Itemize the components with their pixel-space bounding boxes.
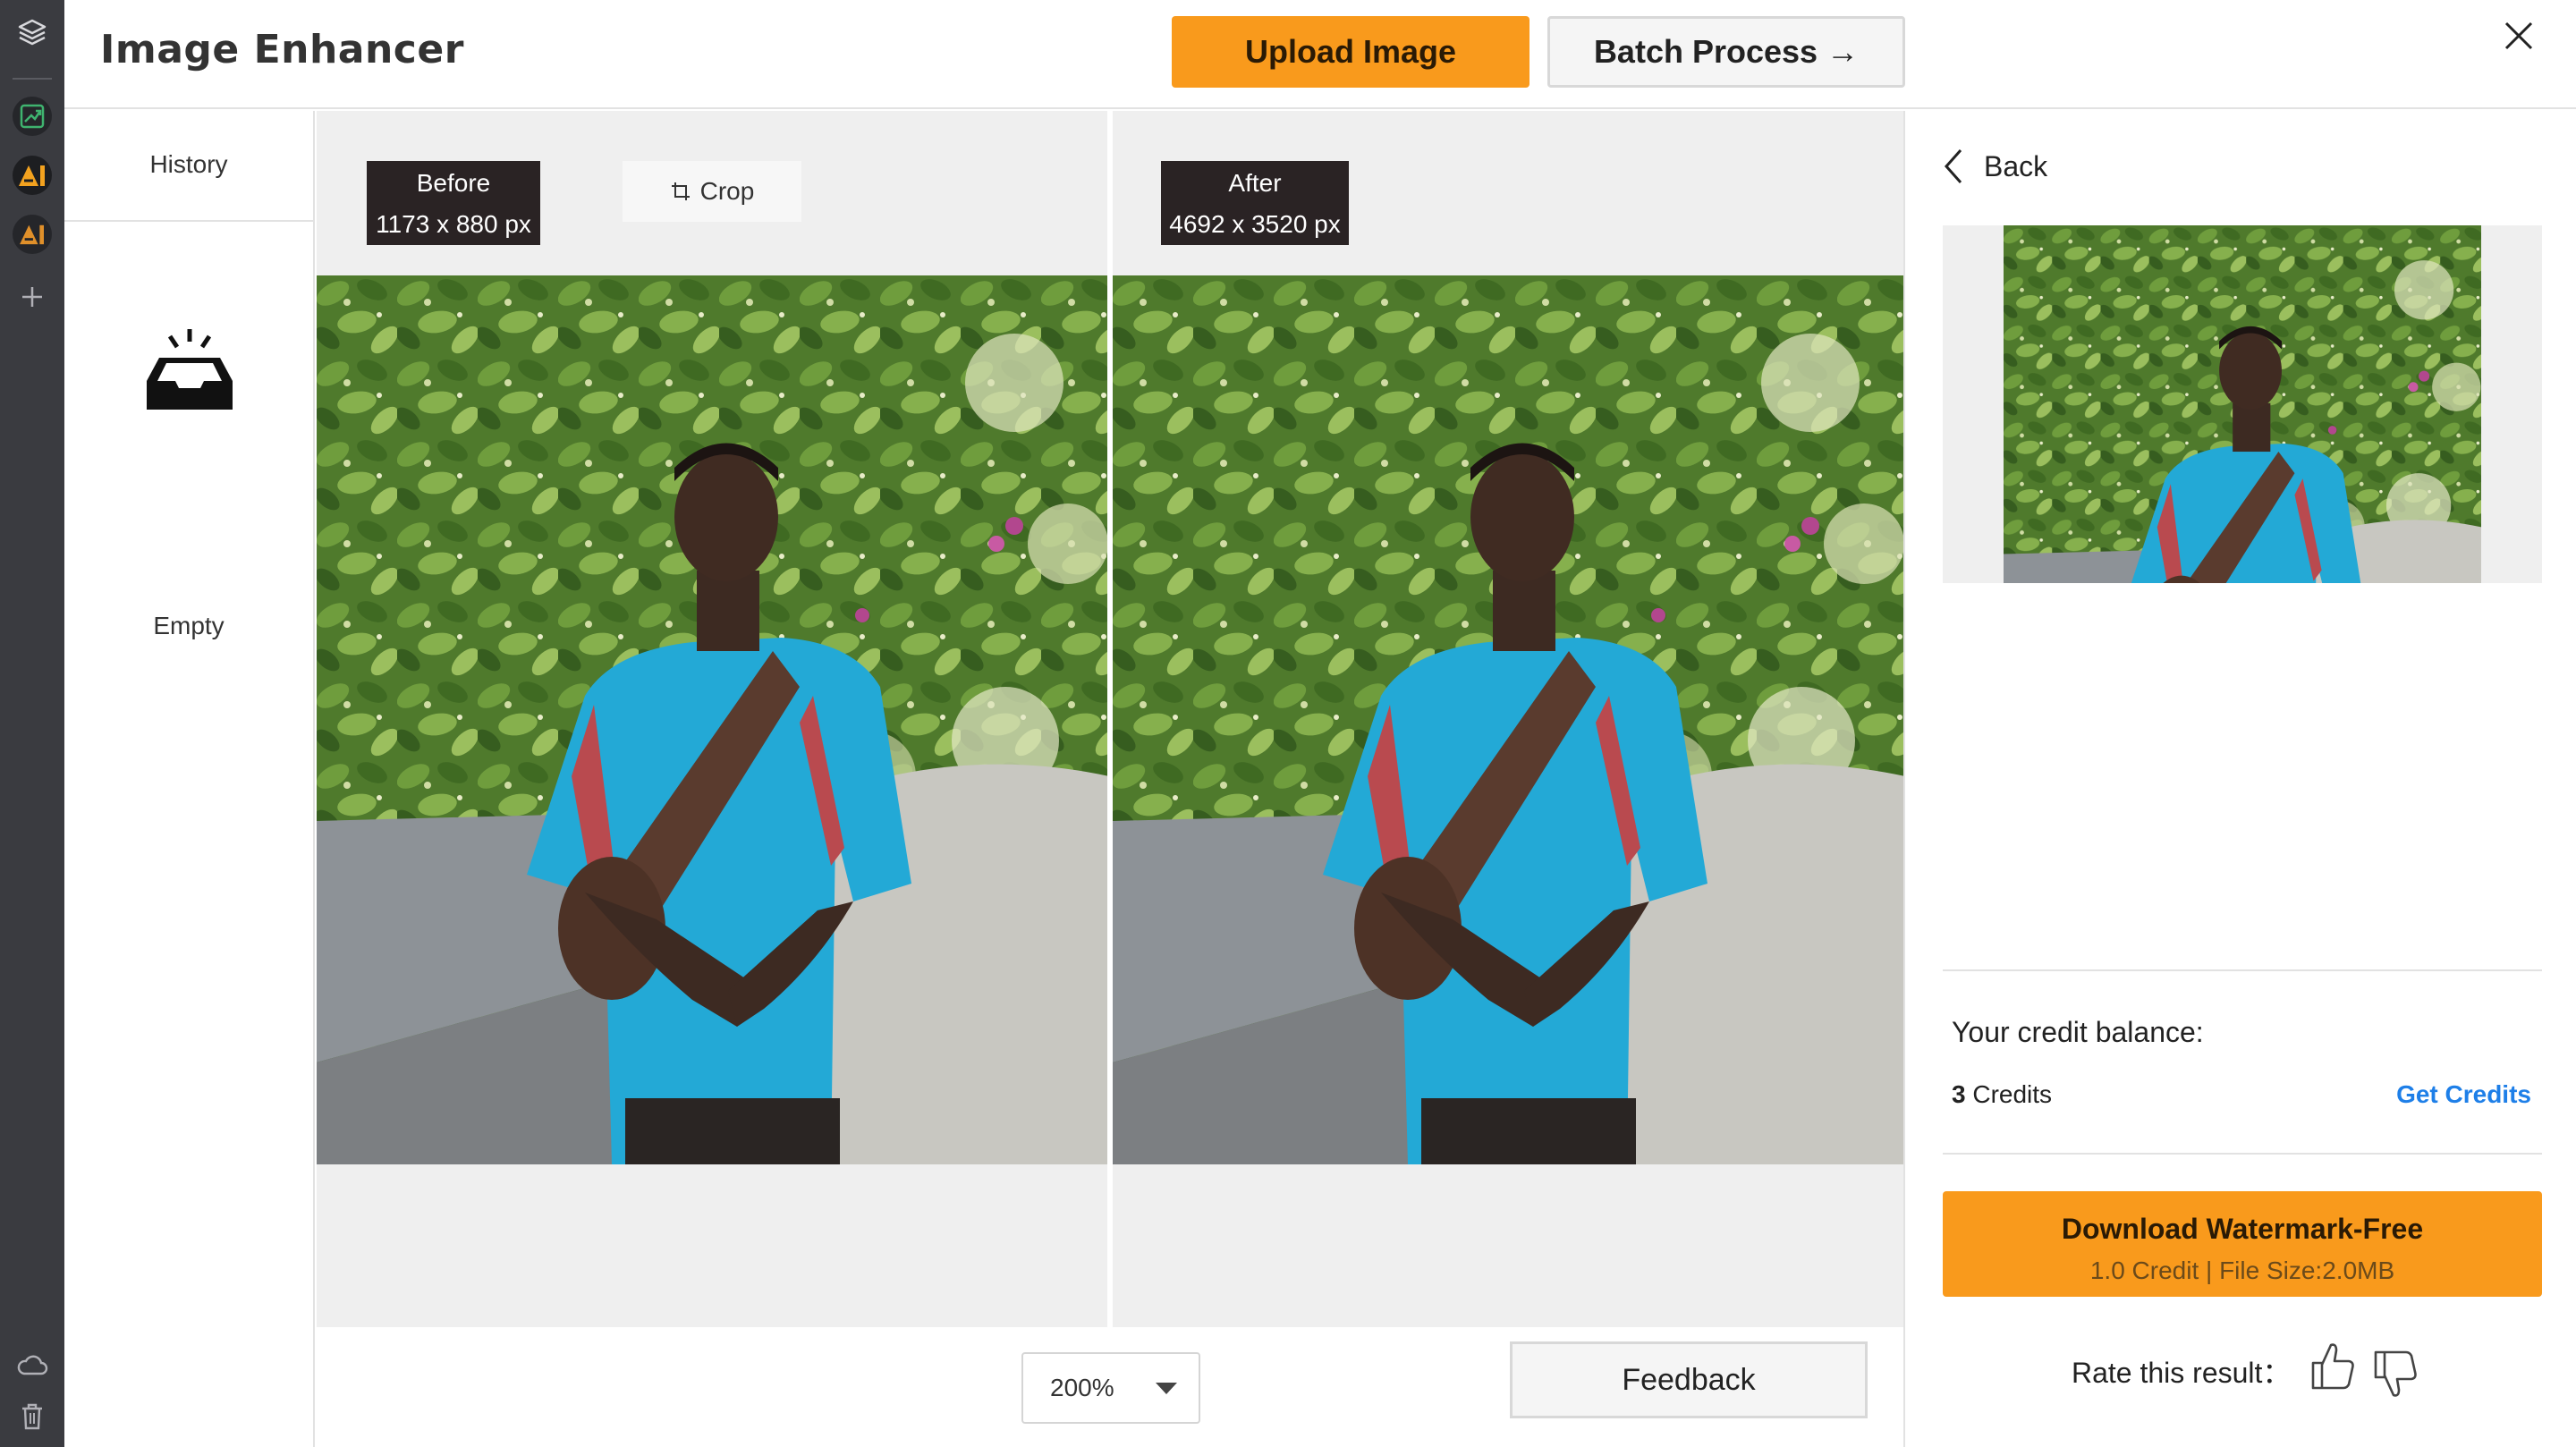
cloud-icon[interactable]: [13, 1345, 52, 1384]
after-tag: After 4692 x 3520 px: [1161, 161, 1349, 245]
crop-button[interactable]: Crop: [623, 161, 801, 222]
back-label: Back: [1984, 149, 2048, 182]
before-label: Before: [416, 169, 491, 197]
thumbs-up-icon[interactable]: [2309, 1338, 2356, 1395]
close-icon[interactable]: [2499, 16, 2538, 55]
after-size: 4692 x 3520 px: [1169, 210, 1341, 238]
ai-tool-2-icon[interactable]: [13, 215, 52, 254]
credit-count: 3 Credits: [1952, 1080, 2052, 1109]
divider: [1943, 1153, 2542, 1155]
chevron-down-icon: [1156, 1383, 1177, 1394]
credit-balance-label: Your credit balance:: [1952, 1016, 2204, 1048]
compare-view: Before 1173 x 880 px Crop After 4692 x 3…: [317, 111, 1905, 1327]
app-title: Image Enhancer: [100, 27, 464, 72]
download-watermark-free-button[interactable]: Download Watermark-Free 1.0 Credit | Fil…: [1943, 1191, 2542, 1297]
back-button[interactable]: Back: [1941, 147, 2047, 186]
empty-label: Empty: [153, 612, 225, 639]
bottom-toolbar: 200% Feedback: [317, 1327, 1903, 1447]
add-icon[interactable]: [13, 277, 52, 317]
tool-rail: [0, 0, 64, 1447]
rate-label: Rate this result：: [2072, 1357, 2292, 1389]
crop-label: Crop: [699, 177, 755, 205]
after-image[interactable]: [1113, 275, 1905, 1164]
batch-process-button[interactable]: Batch Process →: [1547, 16, 1905, 88]
thumbnail-image: [2004, 225, 2481, 583]
download-label: Download Watermark-Free: [2061, 1212, 2424, 1245]
enhance-tool-icon[interactable]: [13, 97, 52, 136]
top-header: Image Enhancer Upload Image Batch Proces…: [64, 0, 2576, 109]
thumbs-down-icon[interactable]: [2372, 1345, 2419, 1402]
zoom-select[interactable]: 200%: [1021, 1352, 1200, 1424]
empty-inbox-icon: [143, 326, 236, 419]
credit-unit: Credits: [1965, 1080, 2053, 1108]
result-panel: Back Your credit balance: 3 Credits Get …: [1903, 111, 2576, 1447]
crop-icon: [671, 182, 690, 200]
get-credits-link[interactable]: Get Credits: [2396, 1080, 2531, 1109]
before-size: 1173 x 880 px: [376, 210, 531, 238]
trash-icon[interactable]: [13, 1397, 52, 1436]
ai-tool-icon[interactable]: [13, 156, 52, 195]
layers-icon[interactable]: [13, 13, 52, 52]
divider: [1943, 969, 2542, 971]
history-panel: History Empty: [64, 111, 315, 1447]
chevron-left-icon: [1944, 149, 1962, 183]
upload-image-button[interactable]: Upload Image: [1172, 16, 1530, 88]
before-tag: Before 1173 x 880 px: [367, 161, 540, 245]
before-image[interactable]: [317, 275, 1109, 1164]
download-sublabel: 1.0 Credit | File Size:2.0MB: [2089, 1256, 2395, 1284]
result-thumbnail: [1943, 225, 2542, 583]
credit-number: 3: [1952, 1080, 1966, 1108]
after-label: After: [1228, 169, 1282, 197]
zoom-value: 200%: [1050, 1374, 1114, 1401]
history-title: History: [64, 111, 313, 222]
rail-divider: [13, 78, 52, 80]
feedback-button[interactable]: Feedback: [1510, 1341, 1868, 1418]
